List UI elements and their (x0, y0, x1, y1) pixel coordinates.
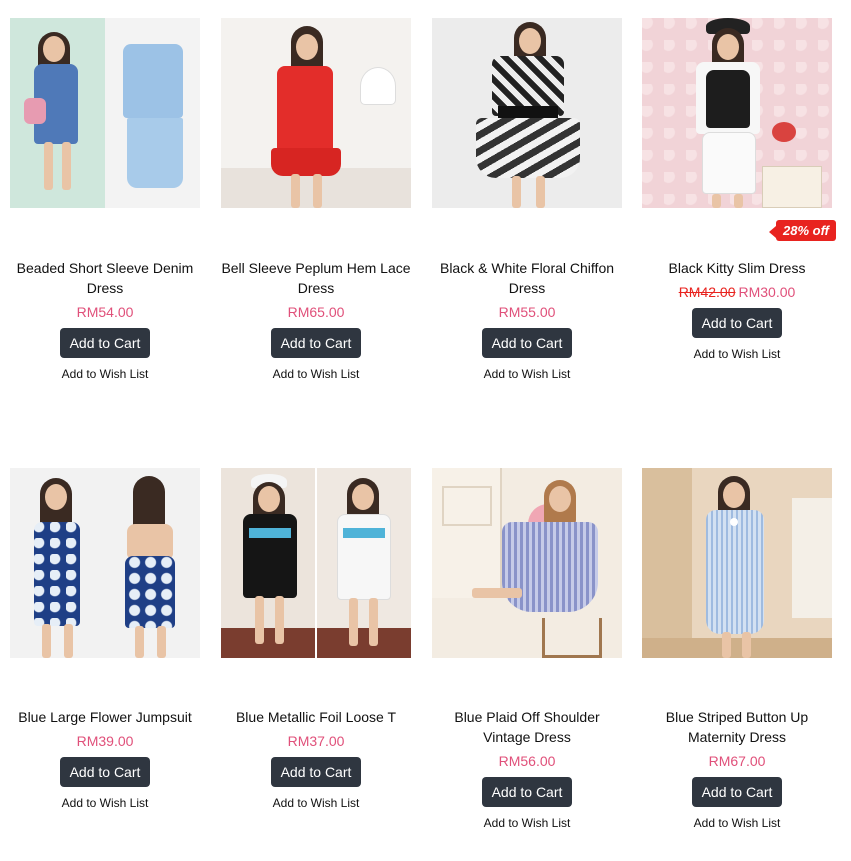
add-to-wish-list-link[interactable]: Add to Wish List (221, 367, 411, 381)
product-image[interactable] (432, 468, 622, 658)
product-image[interactable] (10, 18, 200, 208)
discount-badge: 28% off (769, 220, 836, 241)
product-price: RM65.00 (221, 304, 411, 320)
product-title[interactable]: Black & White Floral Chiffon Dress (432, 258, 622, 298)
product-image[interactable] (642, 468, 832, 658)
add-to-wish-list-link[interactable]: Add to Wish List (10, 367, 200, 381)
product-card: Blue Striped Button Up Maternity Dress R… (632, 468, 842, 848)
add-to-wish-list-link[interactable]: Add to Wish List (432, 367, 622, 381)
sale-price: RM30.00 (738, 284, 796, 300)
product-card: Blue Plaid Off Shoulder Vintage Dress RM… (422, 468, 632, 848)
add-to-cart-button[interactable]: Add to Cart (271, 757, 361, 787)
product-title[interactable]: Blue Metallic Foil Loose T (221, 707, 411, 727)
add-to-wish-list-link[interactable]: Add to Wish List (642, 816, 832, 830)
add-to-cart-button[interactable]: Add to Cart (271, 328, 361, 358)
add-to-wish-list-link[interactable]: Add to Wish List (221, 796, 411, 810)
product-title[interactable]: Blue Striped Button Up Maternity Dress (642, 707, 832, 747)
product-price: RM67.00 (642, 753, 832, 769)
product-price: RM42.00 RM30.00 (642, 284, 832, 300)
product-card: Bell Sleeve Peplum Hem Lace Dress RM65.0… (211, 18, 421, 418)
product-title[interactable]: Black Kitty Slim Dress (642, 258, 832, 278)
add-to-cart-button[interactable]: Add to Cart (60, 757, 150, 787)
price-value: RM37.00 (287, 733, 345, 749)
add-to-wish-list-link[interactable]: Add to Wish List (642, 347, 832, 361)
product-price: RM54.00 (10, 304, 200, 320)
product-title[interactable]: Bell Sleeve Peplum Hem Lace Dress (221, 258, 411, 298)
add-to-cart-button[interactable]: Add to Cart (60, 328, 150, 358)
add-to-cart-button[interactable]: Add to Cart (482, 777, 572, 807)
product-image[interactable] (432, 18, 622, 208)
price-value: RM56.00 (498, 753, 556, 769)
product-title[interactable]: Beaded Short Sleeve Denim Dress (10, 258, 200, 298)
add-to-wish-list-link[interactable]: Add to Wish List (432, 816, 622, 830)
price-value: RM54.00 (76, 304, 134, 320)
product-card: Blue Large Flower Jumpsuit RM39.00 Add t… (0, 468, 210, 848)
product-title[interactable]: Blue Plaid Off Shoulder Vintage Dress (432, 707, 622, 747)
add-to-cart-button[interactable]: Add to Cart (692, 308, 782, 338)
product-price: RM55.00 (432, 304, 622, 320)
product-price: RM37.00 (221, 733, 411, 749)
product-image[interactable] (221, 468, 411, 658)
price-value: RM65.00 (287, 304, 345, 320)
product-card: Black & White Floral Chiffon Dress RM55.… (422, 18, 632, 418)
add-to-wish-list-link[interactable]: Add to Wish List (10, 796, 200, 810)
add-to-cart-button[interactable]: Add to Cart (482, 328, 572, 358)
add-to-cart-button[interactable]: Add to Cart (692, 777, 782, 807)
product-image[interactable] (10, 468, 200, 658)
price-value: RM39.00 (76, 733, 134, 749)
product-card: Beaded Short Sleeve Denim Dress RM54.00 … (0, 18, 210, 418)
price-value: RM55.00 (498, 304, 556, 320)
product-price: RM39.00 (10, 733, 200, 749)
original-price: RM42.00 (678, 284, 736, 300)
product-image[interactable] (221, 18, 411, 208)
product-title[interactable]: Blue Large Flower Jumpsuit (10, 707, 200, 727)
product-image[interactable] (642, 18, 832, 208)
product-card: 28% off Black Kitty Slim Dress RM42.00 RM… (632, 18, 842, 418)
product-card: Blue Metallic Foil Loose T RM37.00 Add t… (211, 468, 421, 848)
product-price: RM56.00 (432, 753, 622, 769)
price-value: RM67.00 (708, 753, 766, 769)
